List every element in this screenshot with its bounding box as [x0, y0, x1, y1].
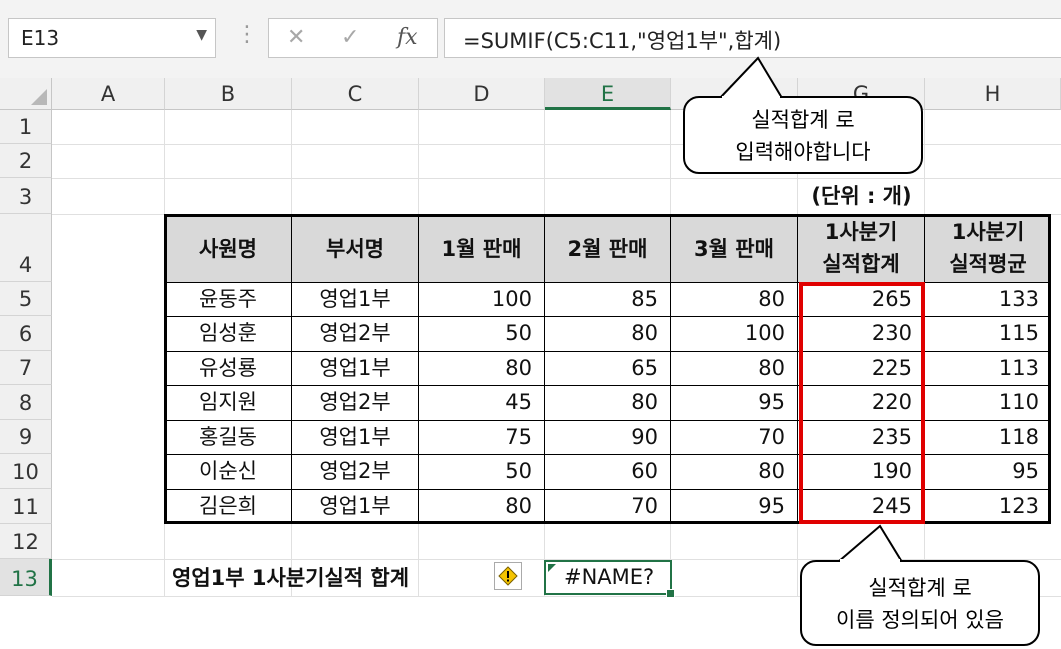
callout-bottom-line1: 실적합계 로	[868, 576, 972, 600]
callout-bottom-pointer	[835, 524, 904, 563]
callout-top: 실적합계 로 입력해야합니다	[683, 96, 923, 174]
callout-top-line1: 실적합계 로	[751, 108, 855, 132]
callout-top-line2: 입력해야합니다	[735, 140, 871, 164]
callout-bottom: 실적합계 로 이름 정의되어 있음	[800, 560, 1040, 646]
callout-top-pointer	[717, 56, 784, 99]
callout-bottom-line2: 이름 정의되어 있음	[836, 608, 1004, 632]
callout-top-join	[722, 96, 780, 100]
callout-bottom-join	[840, 559, 900, 563]
